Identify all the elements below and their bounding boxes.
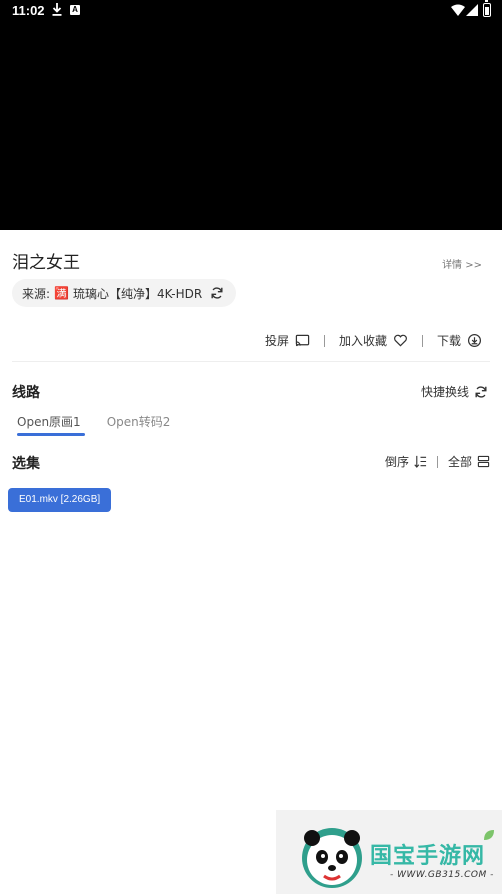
line-tab-1[interactable]: Open原画1 — [17, 413, 85, 436]
source-selector[interactable]: 来源: 🈵 琉璃心【纯净】4K-HDR — [12, 279, 237, 307]
details-link[interactable]: 详情 >> — [442, 256, 482, 271]
episode-action-separator — [436, 455, 438, 468]
download-icon — [52, 3, 62, 16]
watermark: 国宝手游网 - WWW.GB315.COM - — [276, 810, 502, 894]
action-separator — [323, 334, 325, 347]
status-bar: 11:02 A — [0, 0, 502, 22]
source-prefix: 来源: — [22, 286, 51, 301]
lines-heading: 线路 — [12, 385, 40, 401]
all-label: 全部 — [447, 455, 472, 469]
signal-icon — [466, 4, 478, 16]
episode-chip[interactable]: E01.mkv [2.26GB] — [8, 488, 112, 512]
watermark-url: - WWW.GB315.COM - — [390, 870, 494, 880]
quick-switch-button[interactable]: 快捷换线 — [421, 383, 488, 400]
sort-button[interactable]: 倒序 — [385, 453, 427, 470]
download-label: 下载 — [436, 334, 461, 348]
episode-actions: 倒序 全部 — [385, 453, 490, 470]
quick-switch-label: 快捷换线 — [420, 385, 469, 399]
sort-label: 倒序 — [384, 455, 409, 469]
sort-icon — [414, 455, 427, 468]
download-button[interactable]: 下载 — [437, 332, 482, 349]
heart-icon — [394, 334, 407, 347]
battery-icon — [483, 0, 491, 17]
action-separator — [421, 334, 423, 347]
download-circle-icon — [467, 333, 482, 348]
video-player[interactable] — [0, 0, 502, 230]
cast-button[interactable]: 投屏 — [265, 332, 310, 349]
action-bar: 投屏 加入收藏 下载 — [265, 332, 482, 349]
source-name: 琉璃心【纯净】4K-HDR — [73, 286, 203, 301]
status-time: 11:02 — [12, 3, 45, 18]
line-tab-2[interactable]: Open转码2 — [107, 413, 171, 436]
favorite-label: 加入收藏 — [338, 334, 387, 348]
switch-icon — [475, 385, 487, 398]
refresh-icon[interactable] — [210, 286, 224, 300]
grid-list-icon — [477, 455, 490, 468]
section-divider — [12, 361, 490, 362]
video-title: 泪之女王 — [12, 253, 80, 273]
a-icon: A — [70, 5, 80, 15]
all-episodes-button[interactable]: 全部 — [448, 453, 490, 470]
leaf-icon — [484, 830, 494, 840]
wifi-icon — [451, 4, 465, 16]
episodes-heading: 选集 — [12, 456, 40, 472]
panda-logo-icon — [302, 828, 362, 888]
line-tabs: Open原画1 Open转码2 — [17, 413, 170, 436]
favorite-button[interactable]: 加入收藏 — [339, 332, 408, 349]
watermark-brand: 国宝手游网 — [370, 844, 486, 869]
cast-icon — [295, 334, 310, 347]
source-flag: 🈵 — [54, 286, 69, 300]
cast-label: 投屏 — [264, 334, 289, 348]
